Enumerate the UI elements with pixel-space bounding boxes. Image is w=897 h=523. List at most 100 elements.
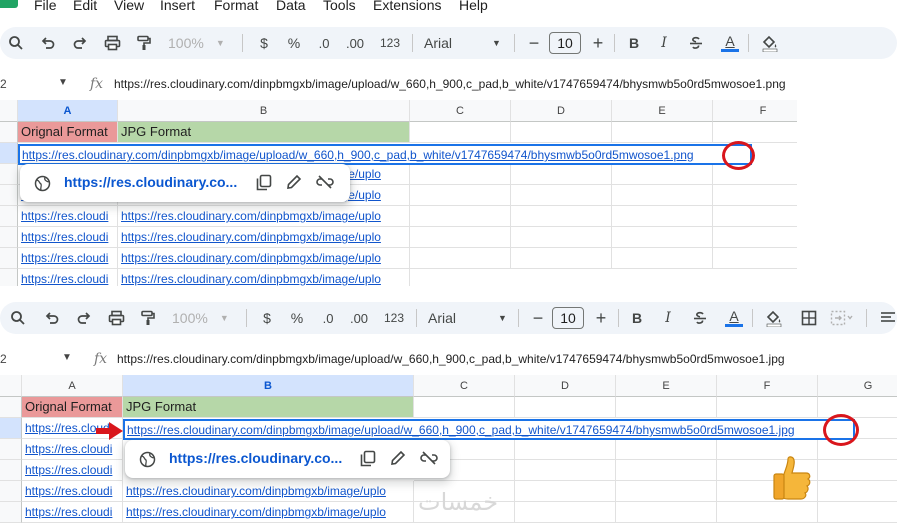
column-header[interactable]: B: [118, 100, 410, 122]
cell[interactable]: [818, 460, 897, 481]
font-size-input[interactable]: 10: [552, 307, 584, 329]
borders-icon[interactable]: [797, 306, 821, 330]
column-header[interactable]: A: [22, 375, 123, 397]
undo-icon[interactable]: [40, 306, 64, 330]
decrease-decimal-button[interactable]: .0: [316, 306, 340, 330]
copy-link-icon[interactable]: [256, 174, 272, 196]
column-header[interactable]: E: [612, 100, 713, 122]
strikethrough-icon[interactable]: [688, 306, 712, 330]
table-row-cell-a[interactable]: https://res.cloudi: [22, 481, 123, 502]
row-header[interactable]: [0, 206, 18, 227]
font-select[interactable]: Arial ▼: [424, 31, 506, 55]
table-row-cell-a[interactable]: https://res.cloudi: [22, 502, 123, 523]
cell[interactable]: [511, 164, 612, 185]
row-header[interactable]: [0, 439, 22, 460]
header-jpg-format[interactable]: JPG Format: [118, 122, 410, 143]
cell[interactable]: [410, 248, 511, 269]
decrease-decimal-button[interactable]: .0: [312, 31, 336, 55]
cell[interactable]: [713, 248, 797, 269]
currency-format-button[interactable]: $: [255, 306, 279, 330]
cell[interactable]: [818, 481, 897, 502]
bold-button[interactable]: B: [622, 31, 646, 55]
cell[interactable]: [713, 185, 797, 206]
row-header[interactable]: [0, 122, 18, 143]
column-header[interactable]: C: [410, 100, 511, 122]
zoom-select[interactable]: 100% ▼: [172, 306, 229, 330]
column-header[interactable]: A: [18, 100, 118, 122]
fill-color-icon[interactable]: [758, 31, 782, 55]
font-size-input[interactable]: 10: [549, 32, 581, 54]
header-original-format[interactable]: Orignal Format: [22, 397, 123, 418]
fill-color-icon[interactable]: [762, 306, 786, 330]
redo-icon[interactable]: [72, 306, 96, 330]
row-header[interactable]: [0, 418, 22, 439]
number-format-button[interactable]: 123: [378, 31, 402, 55]
number-format-button[interactable]: 123: [382, 306, 406, 330]
cell[interactable]: [717, 502, 818, 523]
table-row-cell-b[interactable]: https://res.cloudinary.com/dinpbmgxb/ima…: [118, 248, 410, 269]
formula-input[interactable]: https://res.cloudinary.com/dinpbmgxb/ima…: [117, 352, 785, 366]
row-header[interactable]: [0, 460, 22, 481]
menu-file[interactable]: File: [34, 0, 57, 13]
font-select[interactable]: Arial ▼: [428, 306, 510, 330]
active-cell-b2[interactable]: https://res.cloudinary.com/dinpbmgxb/ima…: [123, 419, 855, 440]
row-header[interactable]: [0, 248, 18, 269]
menu-tools[interactable]: Tools: [323, 0, 356, 13]
table-row-cell-a[interactable]: https://res.cloudi: [18, 206, 118, 227]
italic-button[interactable]: I: [652, 31, 676, 55]
menu-format[interactable]: Format: [214, 0, 258, 13]
column-header[interactable]: D: [515, 375, 616, 397]
print-icon[interactable]: [104, 306, 128, 330]
increase-font-size-button[interactable]: +: [586, 31, 610, 55]
column-header[interactable]: G: [818, 375, 897, 397]
cell[interactable]: [414, 397, 515, 418]
copy-link-icon[interactable]: [360, 450, 376, 472]
cell[interactable]: [612, 248, 713, 269]
increase-decimal-button[interactable]: .00: [347, 306, 371, 330]
remove-link-icon[interactable]: [316, 174, 334, 195]
cell[interactable]: [713, 122, 797, 143]
cell[interactable]: [612, 122, 713, 143]
redo-icon[interactable]: [68, 31, 92, 55]
table-row-cell-b[interactable]: https://res.cloudinary.com/dinpbmgxb/ima…: [118, 227, 410, 248]
paint-format-icon[interactable]: [136, 306, 160, 330]
decrease-font-size-button[interactable]: −: [522, 31, 546, 55]
cell[interactable]: [410, 122, 511, 143]
cell[interactable]: [515, 397, 616, 418]
header-original-format[interactable]: Orignal Format: [18, 122, 118, 143]
select-all-corner[interactable]: [0, 100, 18, 122]
row-header[interactable]: [0, 227, 18, 248]
cell[interactable]: [713, 164, 797, 185]
bold-button[interactable]: B: [625, 306, 649, 330]
name-box[interactable]: 2: [0, 352, 7, 366]
cell[interactable]: [515, 439, 616, 460]
table-row-cell-b[interactable]: https://res.cloudinary.com/dinpbmgxb/ima…: [123, 502, 414, 523]
edit-link-icon[interactable]: [286, 174, 302, 195]
menu-extensions[interactable]: Extensions: [373, 0, 441, 13]
popup-link-text[interactable]: https://res.cloudinary.co...: [64, 174, 237, 190]
cell[interactable]: [818, 502, 897, 523]
column-header[interactable]: C: [414, 375, 515, 397]
menu-data[interactable]: Data: [276, 0, 306, 13]
menu-edit[interactable]: Edit: [73, 0, 97, 13]
search-menus-icon[interactable]: [6, 306, 30, 330]
column-header[interactable]: D: [511, 100, 612, 122]
cell[interactable]: [616, 397, 717, 418]
undo-icon[interactable]: [36, 31, 60, 55]
cell[interactable]: [616, 439, 717, 460]
formula-input[interactable]: https://res.cloudinary.com/dinpbmgxb/ima…: [114, 77, 786, 91]
table-row-cell-b[interactable]: https://res.cloudinary.com/dinpbmgxb/ima…: [118, 206, 410, 227]
zoom-select[interactable]: 100% ▼: [168, 31, 225, 55]
row-header[interactable]: [0, 502, 22, 523]
cell[interactable]: [612, 185, 713, 206]
cell[interactable]: [511, 248, 612, 269]
cell[interactable]: [511, 185, 612, 206]
italic-button[interactable]: I: [656, 306, 680, 330]
header-jpg-format[interactable]: JPG Format: [123, 397, 414, 418]
edit-link-icon[interactable]: [390, 450, 406, 471]
text-color-button[interactable]: A: [718, 31, 742, 55]
merge-cells-icon[interactable]: [830, 306, 854, 330]
menu-help[interactable]: Help: [459, 0, 488, 13]
table-row-cell-a[interactable]: https://res.cloudi: [18, 248, 118, 269]
cell[interactable]: [511, 206, 612, 227]
